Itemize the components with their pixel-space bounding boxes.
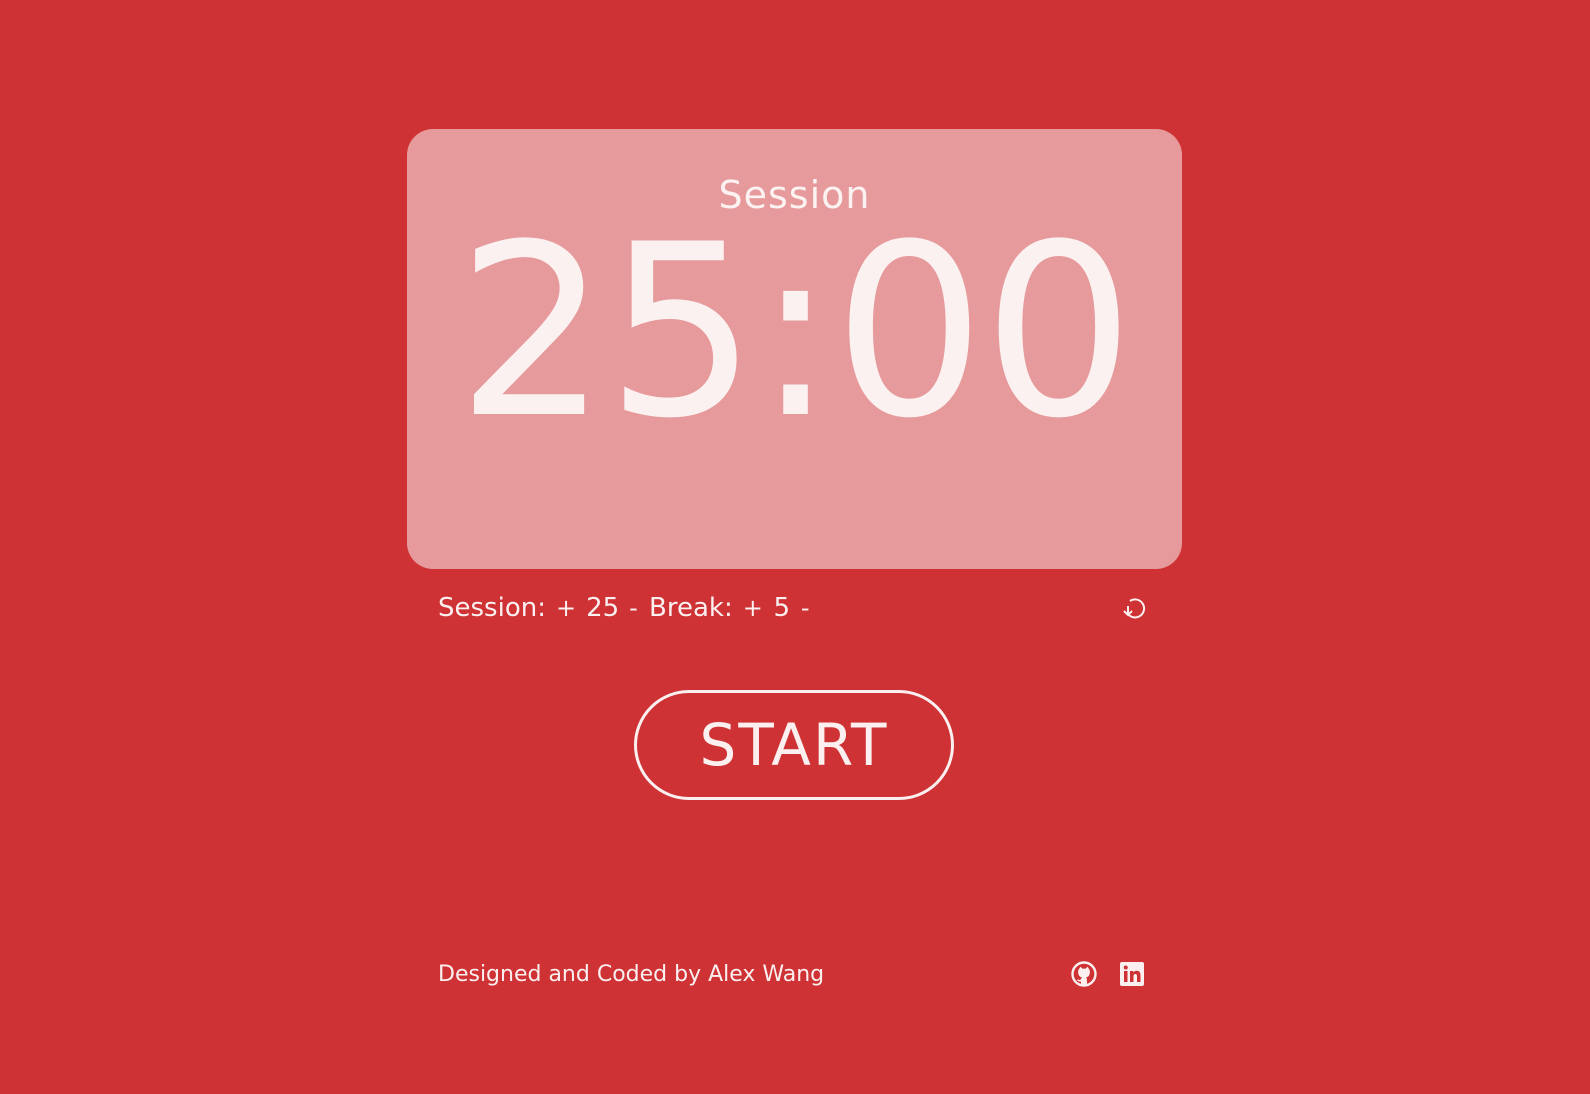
length-controls: Session: + 25 - Break: + 5 - xyxy=(438,590,1150,626)
github-link[interactable] xyxy=(1070,960,1098,988)
linkedin-link[interactable] xyxy=(1118,960,1146,988)
session-increment-button[interactable]: + xyxy=(554,596,578,620)
session-length-control: Session: + 25 - xyxy=(438,590,640,626)
time-display: 25:00 xyxy=(456,194,1135,471)
github-icon xyxy=(1071,961,1097,987)
break-length-label: Break: xyxy=(649,593,733,623)
session-length-value: 25 xyxy=(586,593,620,623)
footer-credit: Designed and Coded by Alex Wang xyxy=(438,962,825,987)
linkedin-icon xyxy=(1120,962,1144,986)
reset-button[interactable] xyxy=(1118,592,1150,624)
break-length-control: Break: + 5 - xyxy=(649,590,811,626)
timer-card: Session 25:00 xyxy=(407,129,1182,569)
reset-icon xyxy=(1123,598,1146,619)
start-button[interactable]: START xyxy=(634,690,954,800)
break-decrement-button[interactable]: - xyxy=(799,596,812,620)
break-length-value: 5 xyxy=(773,593,791,623)
session-length-label: Session: xyxy=(438,593,546,623)
pomodoro-page: Session 25:00 Session: + 25 - Break: + 5… xyxy=(0,0,1590,1094)
footer-social-links xyxy=(1070,960,1146,988)
session-decrement-button[interactable]: - xyxy=(627,596,640,620)
break-increment-button[interactable]: + xyxy=(741,596,765,620)
